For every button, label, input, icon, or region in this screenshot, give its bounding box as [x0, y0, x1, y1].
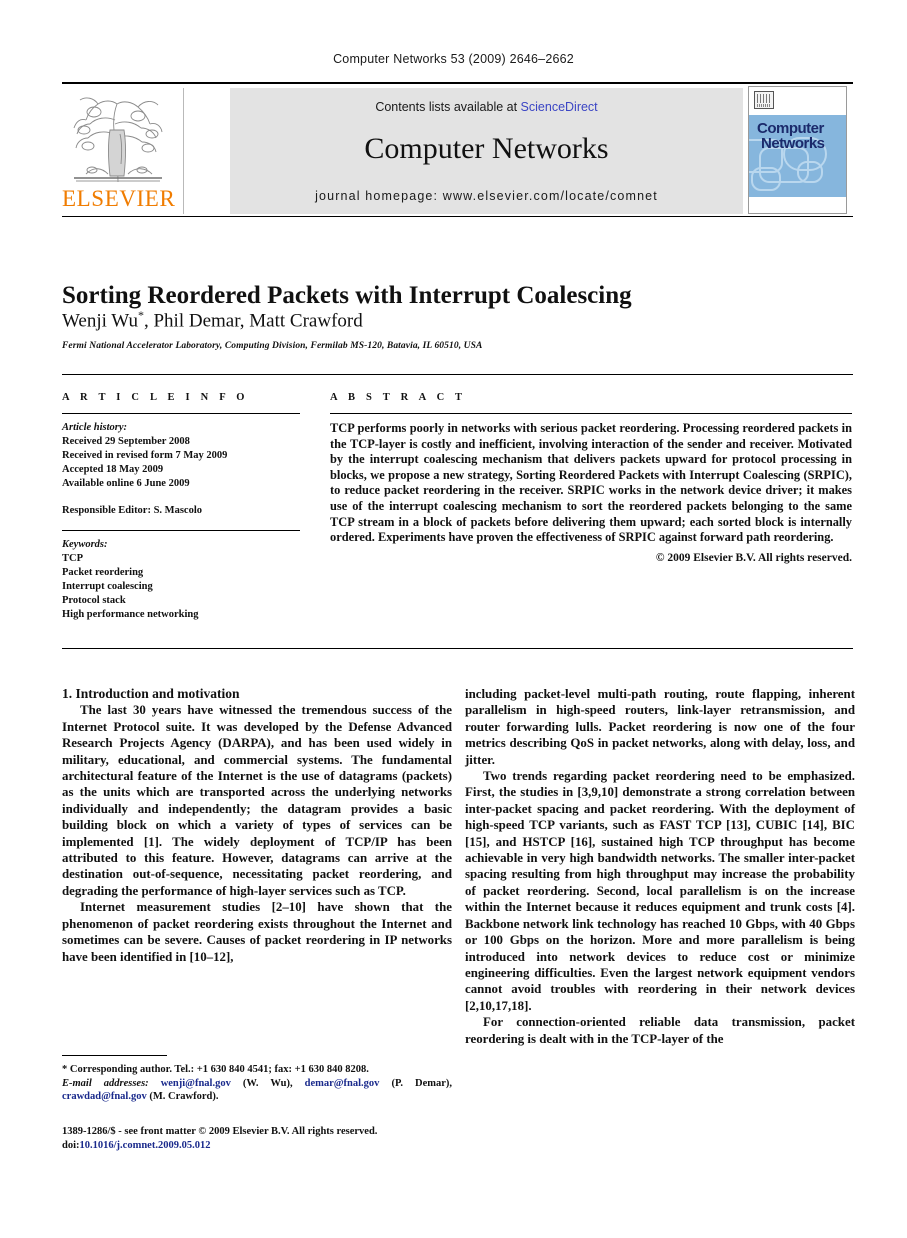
section-heading-introduction: 1. Introduction and motivation	[62, 686, 240, 701]
responsible-editor: Responsible Editor: S. Mascolo	[62, 505, 203, 516]
email-link-crawdad[interactable]: crawdad@fnal.gov	[62, 1091, 147, 1102]
journal-cover-thumbnail: Computer Networks	[748, 86, 847, 214]
cover-top-band	[749, 87, 846, 115]
article-history-item: Received 29 September 2008	[62, 436, 190, 447]
author-rest: , Phil Demar, Matt Crawford	[143, 310, 363, 332]
keyword-item: High performance networking	[62, 609, 199, 620]
abstract-copyright: © 2009 Elsevier B.V. All rights reserved…	[655, 551, 852, 564]
email-owner-crawford: (M. Crawford).	[149, 1091, 219, 1103]
article-history-item: Accepted 18 May 2009	[62, 464, 164, 475]
cover-title-line2: Networks	[761, 135, 825, 152]
cover-mini-logo-icon	[754, 91, 774, 109]
elsevier-logo: ELSEVIER	[62, 88, 184, 214]
sciencedirect-link[interactable]: ScienceDirect	[521, 100, 598, 114]
article-history-block: Article history: Received 29 September 2…	[62, 421, 300, 518]
doi-line: doi:10.1016/j.comnet.2009.05.012	[62, 1139, 452, 1153]
contents-lists-prefix: Contents lists available at	[375, 100, 521, 114]
imprint-block: 1389-1286/$ - see front matter © 2009 El…	[62, 1125, 452, 1152]
abstract-divider	[330, 413, 852, 414]
article-info-divider	[62, 413, 300, 414]
info-band-rule-top	[62, 374, 853, 375]
article-info-column: A R T I C L E I N F O Article history: R…	[62, 392, 300, 622]
journal-title: Computer Networks	[364, 132, 609, 165]
email-link-demar[interactable]: demar@fnal.gov	[305, 1078, 380, 1089]
doi-link[interactable]: 10.1016/j.comnet.2009.05.012	[80, 1140, 211, 1151]
keywords-label: Keywords:	[62, 539, 108, 550]
corresponding-author-note: * Corresponding author. Tel.: +1 630 840…	[62, 1064, 369, 1075]
paper-page: Computer Networks 53 (2009) 2646–2662 EL…	[0, 0, 907, 1238]
keyword-item: Protocol stack	[62, 595, 126, 606]
issn-front-matter: 1389-1286/$ - see front matter © 2009 El…	[62, 1126, 378, 1137]
email-addresses-note: E-mail addresses: wenji@fnal.gov (W. Wu)…	[62, 1077, 452, 1104]
keywords-block: Keywords: TCP Packet reordering Interrup…	[62, 538, 300, 622]
body-paragraph: Two trends regarding packet reordering n…	[465, 769, 855, 1013]
page-title: Sorting Reordered Packets with Interrupt…	[62, 281, 632, 309]
journal-homepage-line[interactable]: journal homepage: www.elsevier.com/locat…	[230, 189, 743, 203]
cover-bottom-band	[749, 197, 846, 213]
author-list: Wenji Wu*, Phil Demar, Matt Crawford	[62, 308, 802, 332]
elsevier-tree-icon	[73, 97, 163, 183]
abstract-text: TCP performs poorly in networks with ser…	[330, 421, 852, 545]
email-owner-demar: (P. Demar),	[391, 1077, 453, 1089]
masthead-rule-top	[62, 82, 853, 84]
email-link-wenji[interactable]: wenji@fnal.gov	[161, 1078, 231, 1089]
cover-bubble-icon	[797, 161, 823, 183]
article-history-item: Received in revised form 7 May 2009	[62, 450, 228, 461]
affiliation: Fermi National Accelerator Laboratory, C…	[62, 341, 483, 351]
keyword-item: Packet reordering	[62, 567, 144, 578]
footnote-block: * Corresponding author. Tel.: +1 630 840…	[62, 1063, 452, 1104]
journal-panel: Contents lists available at ScienceDirec…	[230, 88, 743, 214]
journal-masthead: ELSEVIER Contents lists available at Sci…	[62, 82, 853, 218]
cover-art: Computer Networks	[749, 115, 846, 197]
abstract-heading: A B S T R A C T	[330, 392, 467, 403]
article-history-item: Available online 6 June 2009	[62, 478, 190, 489]
info-band-rule-bottom	[62, 648, 853, 649]
cover-title: Computer Networks	[757, 121, 825, 151]
cover-bubble-icon	[751, 167, 781, 191]
footnote-rule	[62, 1055, 167, 1056]
email-addresses-label: E-mail addresses:	[62, 1077, 149, 1089]
elsevier-wordmark: ELSEVIER	[62, 186, 176, 211]
contents-lists-line: Contents lists available at ScienceDirec…	[230, 100, 743, 114]
body-paragraph: including packet-level multi-path routin…	[465, 687, 855, 767]
body-column-right: including packet-level multi-path routin…	[465, 686, 855, 1047]
body-paragraph: Internet measurement studies [2–10] have…	[62, 900, 452, 964]
running-head: Computer Networks 53 (2009) 2646–2662	[333, 52, 574, 66]
masthead-rule-bottom	[62, 216, 853, 217]
author-first: Wenji Wu	[62, 310, 138, 332]
keyword-item: Interrupt coalescing	[62, 581, 153, 592]
email-owner-wu: (W. Wu),	[242, 1077, 293, 1089]
body-column-left: 1. Introduction and motivation The last …	[62, 686, 452, 965]
article-history-label: Article history:	[62, 422, 128, 433]
body-paragraph: The last 30 years have witnessed the tre…	[62, 703, 452, 898]
doi-label: doi:	[62, 1139, 80, 1151]
abstract-column: A B S T R A C T TCP performs poorly in n…	[330, 392, 852, 564]
article-info-heading: A R T I C L E I N F O	[62, 392, 249, 403]
keyword-item: TCP	[62, 553, 83, 564]
keywords-divider	[62, 530, 300, 531]
body-paragraph: For connection-oriented reliable data tr…	[465, 1015, 855, 1046]
